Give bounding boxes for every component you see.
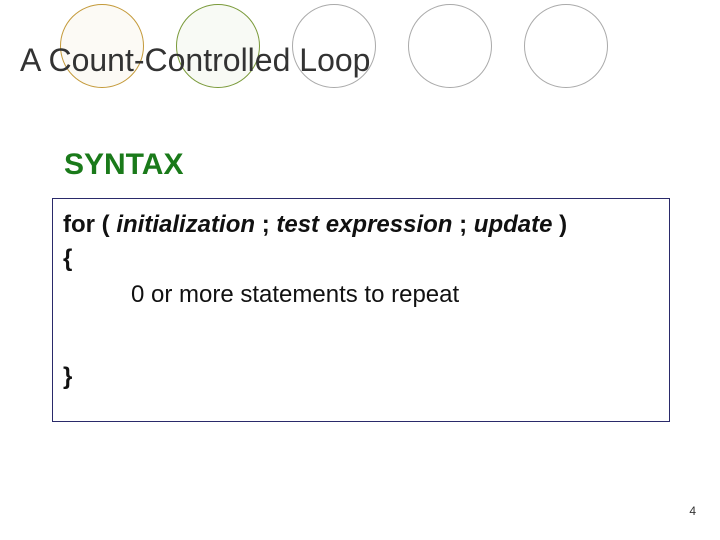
circle-icon xyxy=(524,4,608,88)
circle-icon xyxy=(408,4,492,88)
for-header-line: for ( initialization ; test expression ;… xyxy=(63,211,659,239)
brace-close: } xyxy=(63,363,659,391)
paren-close: ) xyxy=(559,211,567,238)
brace-open: { xyxy=(63,245,659,273)
update: update xyxy=(474,211,553,238)
page-number: 4 xyxy=(689,504,696,518)
keyword-for: for xyxy=(63,211,95,238)
syntax-heading: SYNTAX xyxy=(64,148,183,182)
initialization: initialization xyxy=(116,211,255,238)
test-expression: test expression xyxy=(276,211,452,238)
semicolon: ; xyxy=(262,211,270,238)
slide-title: A Count-Controlled Loop xyxy=(20,42,370,79)
syntax-code-box: for ( initialization ; test expression ;… xyxy=(52,198,670,422)
paren-open: ( xyxy=(102,211,110,238)
semicolon: ; xyxy=(459,211,467,238)
loop-body: 0 or more statements to repeat xyxy=(131,281,659,309)
